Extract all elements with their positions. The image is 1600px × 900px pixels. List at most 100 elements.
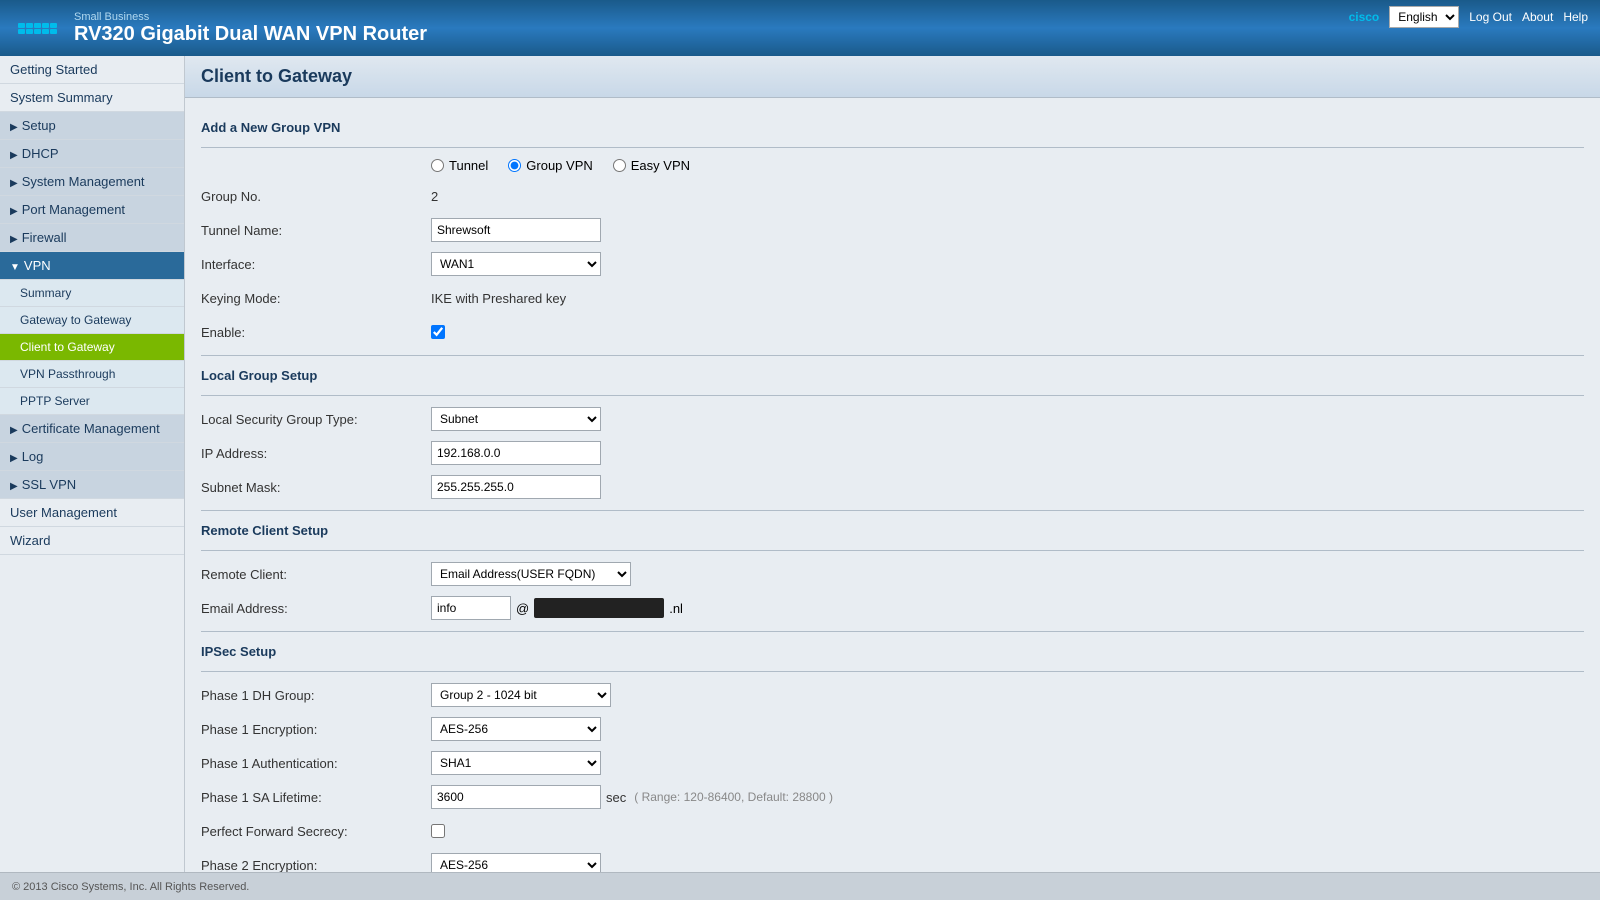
ipsec-setup-title: IPSec Setup — [201, 644, 1584, 661]
footer-text: © 2013 Cisco Systems, Inc. All Rights Re… — [12, 881, 249, 893]
divider-5 — [201, 550, 1584, 551]
ip-address-input[interactable] — [431, 441, 601, 465]
ip-address-label: IP Address: — [201, 446, 431, 461]
subnet-mask-row: Subnet Mask: — [201, 474, 1584, 500]
phase1-sa-input[interactable] — [431, 785, 601, 809]
radio-label-easy-vpn: Easy VPN — [631, 158, 690, 173]
radio-label-group-vpn: Group VPN — [526, 158, 592, 173]
sidebar-item-certificate-management[interactable]: ▶Certificate Management — [0, 415, 184, 443]
local-security-row: Local Security Group Type: Subnet IP Add… — [201, 406, 1584, 432]
local-group-setup-title: Local Group Setup — [201, 368, 1584, 385]
email-at-symbol: @ — [516, 601, 529, 616]
email-domain-redacted — [534, 598, 664, 618]
phase1-dh-row: Phase 1 DH Group: Group 1 - 768 bit Grou… — [201, 682, 1584, 708]
phase1-enc-row: Phase 1 Encryption: DES3DESAES-128AES-19… — [201, 716, 1584, 742]
email-address-label: Email Address: — [201, 601, 431, 616]
main-content: Client to Gateway Add a New Group VPN Tu… — [185, 56, 1600, 872]
sidebar-item-system-summary[interactable]: System Summary — [0, 84, 184, 112]
radio-label-tunnel: Tunnel — [449, 158, 488, 173]
phase1-sa-row: Phase 1 SA Lifetime: sec ( Range: 120-86… — [201, 784, 1584, 810]
cisco-logo — [12, 10, 62, 46]
phase1-dh-select[interactable]: Group 1 - 768 bit Group 2 - 1024 bit Gro… — [431, 683, 611, 707]
keying-mode-row: Keying Mode: IKE with Preshared key — [201, 285, 1584, 311]
remote-client-row: Remote Client: Email Address(USER FQDN) … — [201, 561, 1584, 587]
pfs-row: Perfect Forward Secrecy: — [201, 818, 1584, 844]
radio-input-group-vpn[interactable] — [508, 159, 521, 172]
header: Small Business RV320 Gigabit Dual WAN VP… — [0, 0, 1600, 56]
sidebar-item-setup[interactable]: ▶Setup — [0, 112, 184, 140]
divider-4 — [201, 510, 1584, 511]
sidebar-item-log[interactable]: ▶Log — [0, 443, 184, 471]
pfs-checkbox[interactable] — [431, 824, 445, 838]
section-add-vpn-title: Add a New Group VPN — [201, 120, 1584, 137]
page-title: Client to Gateway — [185, 56, 1600, 98]
phase1-sa-unit: sec — [606, 790, 626, 805]
radio-input-easy-vpn[interactable] — [613, 159, 626, 172]
subnet-mask-input[interactable] — [431, 475, 601, 499]
phase2-enc-label: Phase 2 Encryption: — [201, 858, 431, 873]
radio-easy-vpn: Easy VPN — [613, 158, 690, 173]
help-link[interactable]: Help — [1563, 10, 1588, 24]
phase2-enc-select[interactable]: DES3DESAES-128AES-192AES-256 — [431, 853, 601, 872]
header-titles: Small Business RV320 Gigabit Dual WAN VP… — [74, 11, 427, 46]
sidebar-item-vpn-summary[interactable]: Summary — [0, 280, 184, 307]
local-security-label: Local Security Group Type: — [201, 412, 431, 427]
top-nav: cisco English Log Out About Help — [1349, 6, 1588, 28]
logout-link[interactable]: Log Out — [1469, 10, 1512, 24]
email-address-row: Email Address: @ .nl — [201, 595, 1584, 621]
sidebar-item-wizard[interactable]: Wizard — [0, 527, 184, 555]
language-select[interactable]: English — [1389, 6, 1459, 28]
tunnel-name-input[interactable] — [431, 218, 601, 242]
email-local-input[interactable] — [431, 596, 511, 620]
about-link[interactable]: About — [1522, 10, 1553, 24]
remote-client-label: Remote Client: — [201, 567, 431, 582]
sidebar-item-pptp-server[interactable]: PPTP Server — [0, 388, 184, 415]
remote-client-setup-title: Remote Client Setup — [201, 523, 1584, 540]
sidebar-item-port-management[interactable]: ▶Port Management — [0, 196, 184, 224]
content-area: Add a New Group VPN Tunnel Group VPN Eas… — [185, 98, 1600, 872]
email-domain-suffix: .nl — [669, 601, 683, 616]
sidebar-item-firewall[interactable]: ▶Firewall — [0, 224, 184, 252]
tunnel-name-row: Tunnel Name: — [201, 217, 1584, 243]
remote-client-select[interactable]: Email Address(USER FQDN) Domain Name(FQD… — [431, 562, 631, 586]
sidebar-item-vpn[interactable]: ▼VPN — [0, 252, 184, 280]
layout: Getting Started System Summary ▶Setup ▶D… — [0, 56, 1600, 872]
sidebar: Getting Started System Summary ▶Setup ▶D… — [0, 56, 185, 872]
phase1-enc-label: Phase 1 Encryption: — [201, 722, 431, 737]
phase1-sa-hint: ( Range: 120-86400, Default: 28800 ) — [634, 790, 833, 804]
divider-2 — [201, 355, 1584, 356]
footer: © 2013 Cisco Systems, Inc. All Rights Re… — [0, 872, 1600, 900]
sidebar-item-getting-started[interactable]: Getting Started — [0, 56, 184, 84]
divider-3 — [201, 395, 1584, 396]
sidebar-item-client-to-gateway[interactable]: Client to Gateway — [0, 334, 184, 361]
phase1-enc-select[interactable]: DES3DESAES-128AES-192AES-256 — [431, 717, 601, 741]
group-no-value: 2 — [431, 189, 438, 204]
phase1-auth-row: Phase 1 Authentication: MD5SHA1 — [201, 750, 1584, 776]
ip-address-row: IP Address: — [201, 440, 1584, 466]
radio-input-tunnel[interactable] — [431, 159, 444, 172]
pfs-label: Perfect Forward Secrecy: — [201, 824, 431, 839]
sidebar-item-user-management[interactable]: User Management — [0, 499, 184, 527]
phase1-auth-select[interactable]: MD5SHA1 — [431, 751, 601, 775]
email-group: @ .nl — [431, 596, 683, 620]
sidebar-item-vpn-passthrough[interactable]: VPN Passthrough — [0, 361, 184, 388]
phase1-auth-label: Phase 1 Authentication: — [201, 756, 431, 771]
enable-row: Enable: — [201, 319, 1584, 345]
tunnel-name-label: Tunnel Name: — [201, 223, 431, 238]
local-security-select[interactable]: Subnet IP Address IP Range — [431, 407, 601, 431]
phase1-sa-label: Phase 1 SA Lifetime: — [201, 790, 431, 805]
interface-select[interactable]: WAN1 WAN2 — [431, 252, 601, 276]
radio-group-vpn: Group VPN — [508, 158, 592, 173]
sidebar-item-dhcp[interactable]: ▶DHCP — [0, 140, 184, 168]
group-no-row: Group No. 2 — [201, 183, 1584, 209]
phase2-enc-row: Phase 2 Encryption: DES3DESAES-128AES-19… — [201, 852, 1584, 872]
interface-row: Interface: WAN1 WAN2 — [201, 251, 1584, 277]
sidebar-item-ssl-vpn[interactable]: ▶SSL VPN — [0, 471, 184, 499]
interface-label: Interface: — [201, 257, 431, 272]
sidebar-item-gateway-to-gateway[interactable]: Gateway to Gateway — [0, 307, 184, 334]
sidebar-item-system-management[interactable]: ▶System Management — [0, 168, 184, 196]
divider-6 — [201, 631, 1584, 632]
enable-checkbox[interactable] — [431, 325, 445, 339]
product-name: RV320 Gigabit Dual WAN VPN Router — [74, 23, 427, 46]
small-business-label: Small Business — [74, 11, 427, 23]
